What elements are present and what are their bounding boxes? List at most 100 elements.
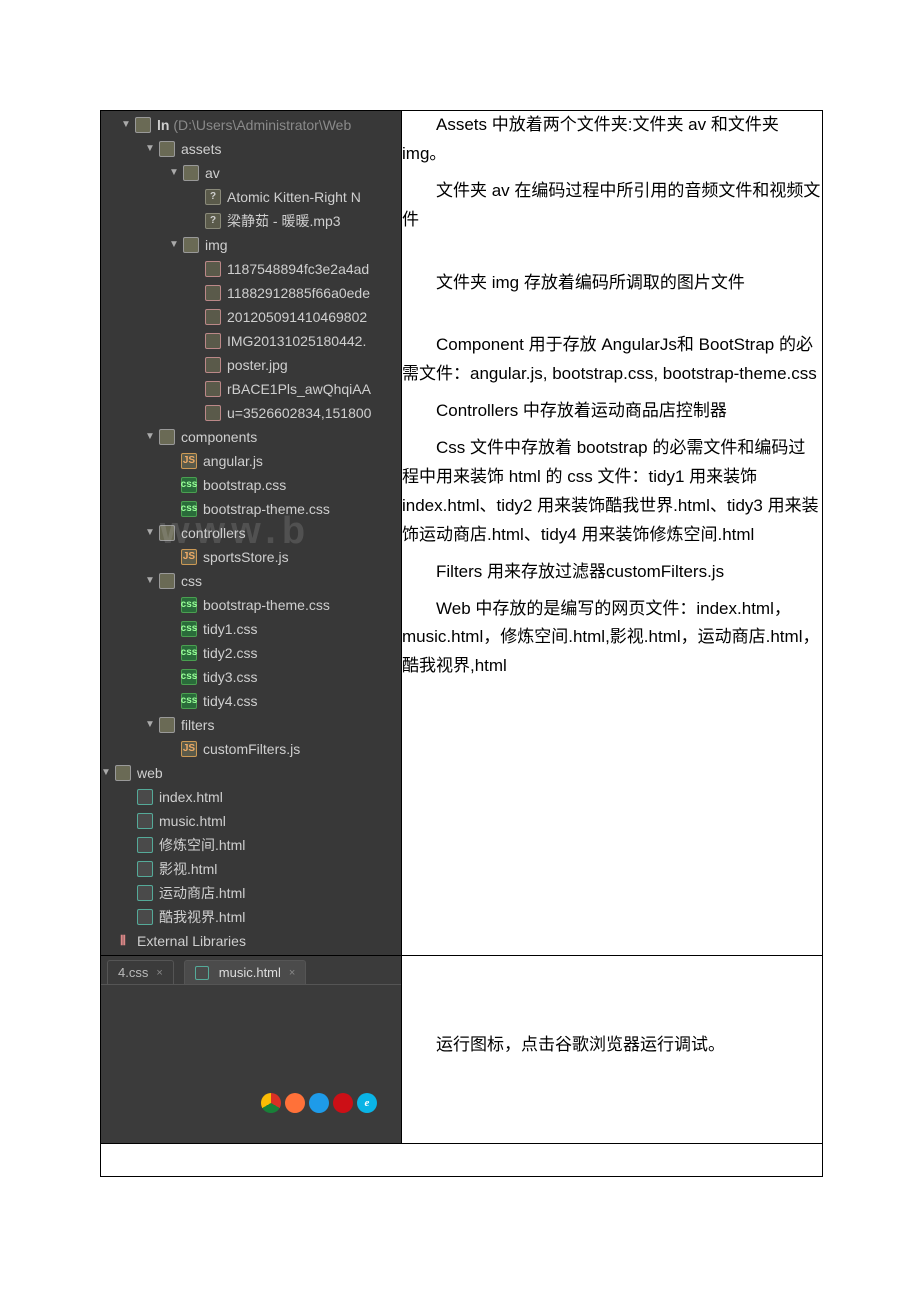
chevron-down-icon: ▼ — [101, 761, 111, 785]
tab-label: 4.css — [118, 965, 148, 980]
tree-file[interactable]: JScustomFilters.js — [101, 737, 401, 761]
desc-web: Web 中存放的是编写的网页文件：index.html，music.html，修… — [402, 595, 822, 682]
tree-controllers[interactable]: ▼ controllers — [101, 521, 401, 545]
css-icon: css — [181, 693, 197, 709]
tree-file[interactable]: 11882912885f66a0ede — [101, 281, 401, 305]
tree-assets[interactable]: ▼ assets — [101, 137, 401, 161]
desc-filters: Filters 用来存放过滤器customFilters.js — [402, 558, 822, 587]
ie-icon[interactable]: e — [357, 1093, 377, 1113]
close-icon[interactable]: × — [289, 967, 295, 979]
tree-file[interactable]: JSsportsStore.js — [101, 545, 401, 569]
tree-file[interactable]: 1187548894fc3e2a4ad — [101, 257, 401, 281]
tree-file[interactable]: 酷我视界.html — [101, 905, 401, 929]
tree-file[interactable]: ? Atomic Kitten-Right N — [101, 185, 401, 209]
js-icon: JS — [181, 549, 197, 565]
tree-item-label: angular.js — [203, 449, 263, 473]
tree-item-label: External Libraries — [137, 929, 246, 953]
tree-file[interactable]: csstidy2.css — [101, 641, 401, 665]
tree-external-libraries[interactable]: ⫴ External Libraries — [101, 929, 401, 953]
chevron-down-icon: ▼ — [145, 425, 155, 449]
tree-av[interactable]: ▼ av — [101, 161, 401, 185]
tree-img[interactable]: ▼ img — [101, 233, 401, 257]
html-icon — [137, 837, 153, 853]
image-icon — [205, 381, 221, 397]
html-icon — [137, 885, 153, 901]
tree-file[interactable]: music.html — [101, 809, 401, 833]
tree-root[interactable]: ▼ ln (D:\Users\Administrator\Web — [101, 113, 401, 137]
image-icon — [205, 285, 221, 301]
runbar-cell: 4.css × music.html × — [101, 956, 402, 1144]
tree-file[interactable]: IMG20131025180442. — [101, 329, 401, 353]
tree-file[interactable]: poster.jpg — [101, 353, 401, 377]
tree-file[interactable]: 修炼空间.html — [101, 833, 401, 857]
tree-item-label: 酷我视界.html — [159, 905, 245, 929]
image-icon — [205, 261, 221, 277]
run-description: 运行图标，点击谷歌浏览器运行调试。 — [402, 956, 823, 1144]
css-icon: css — [181, 501, 197, 517]
tree-file[interactable]: css bootstrap-theme.css — [101, 497, 401, 521]
tree-item-label: bootstrap-theme.css — [203, 497, 330, 521]
css-icon: css — [181, 669, 197, 685]
chevron-down-icon: ▼ — [145, 569, 155, 593]
firefox-icon[interactable] — [285, 1093, 305, 1113]
tree-file[interactable]: csstidy4.css — [101, 689, 401, 713]
chevron-down-icon: ▼ — [145, 137, 155, 161]
tree-item-label: poster.jpg — [227, 353, 288, 377]
tree-item-label: 运动商店.html — [159, 881, 245, 905]
chevron-down-icon: ▼ — [169, 233, 179, 257]
chevron-down-icon: ▼ — [121, 113, 131, 137]
tree-file[interactable]: csstidy1.css — [101, 617, 401, 641]
chevron-down-icon: ▼ — [169, 161, 179, 185]
tree-file[interactable]: JS angular.js — [101, 449, 401, 473]
opera-icon[interactable] — [333, 1093, 353, 1113]
folder-icon — [159, 717, 175, 733]
tree-item-label: 修炼空间.html — [159, 833, 245, 857]
tree-item-label: filters — [181, 713, 214, 737]
browser-launch-bar: e — [101, 985, 401, 1143]
folder-icon — [159, 429, 175, 445]
tree-item-label: 1187548894fc3e2a4ad — [227, 257, 369, 281]
tree-item-label: web — [137, 761, 163, 785]
image-icon — [205, 405, 221, 421]
image-icon — [205, 357, 221, 373]
file-icon: ? — [205, 189, 221, 205]
tree-file[interactable]: 运动商店.html — [101, 881, 401, 905]
project-tree[interactable]: ▼ ln (D:\Users\Administrator\Web ▼ asset… — [101, 111, 401, 955]
close-icon[interactable]: × — [156, 967, 162, 979]
tree-file[interactable]: rBACE1Pls_awQhqiAA — [101, 377, 401, 401]
tree-item-label: css — [181, 569, 202, 593]
tree-components[interactable]: ▼ components — [101, 425, 401, 449]
html-icon — [137, 861, 153, 877]
editor-tabs: 4.css × music.html × — [101, 956, 401, 985]
tab-css[interactable]: 4.css × — [107, 960, 174, 984]
chevron-down-icon: ▼ — [145, 713, 155, 737]
desc-img: 文件夹 img 存放着编码所调取的图片文件 — [402, 269, 822, 298]
tree-filters[interactable]: ▼ filters — [101, 713, 401, 737]
tree-item-label: tidy3.css — [203, 665, 257, 689]
tree-item-label: assets — [181, 137, 221, 161]
tree-css[interactable]: ▼ css — [101, 569, 401, 593]
tree-file[interactable]: 影视.html — [101, 857, 401, 881]
tree-file[interactable]: 201205091410469802 — [101, 305, 401, 329]
tree-item-label: rBACE1Pls_awQhqiAA — [227, 377, 371, 401]
desc-assets: Assets 中放着两个文件夹:文件夹 av 和文件夹 img。 — [402, 111, 822, 169]
folder-icon — [183, 237, 199, 253]
folder-icon — [115, 765, 131, 781]
tree-file[interactable]: index.html — [101, 785, 401, 809]
tree-file[interactable]: ? 梁静茹 - 暖暖.mp3 — [101, 209, 401, 233]
tree-file[interactable]: css tidy3.css — [101, 665, 401, 689]
tree-item-label: bootstrap.css — [203, 473, 286, 497]
tree-file[interactable]: u=3526602834,151800 — [101, 401, 401, 425]
tab-music-html[interactable]: music.html × — [184, 960, 307, 984]
tree-web[interactable]: ▼ web — [101, 761, 401, 785]
css-icon: css — [181, 645, 197, 661]
tree-item-label: tidy1.css — [203, 617, 257, 641]
tree-file[interactable]: cssbootstrap.css — [101, 473, 401, 497]
desc-av: 文件夹 av 在编码过程中所引用的音频文件和视频文件 — [402, 177, 822, 235]
tree-file[interactable]: cssbootstrap-theme.css — [101, 593, 401, 617]
chrome-icon[interactable] — [261, 1093, 281, 1113]
safari-icon[interactable] — [309, 1093, 329, 1113]
js-icon: JS — [181, 453, 197, 469]
css-icon: css — [181, 597, 197, 613]
tree-item-label: 影视.html — [159, 857, 217, 881]
